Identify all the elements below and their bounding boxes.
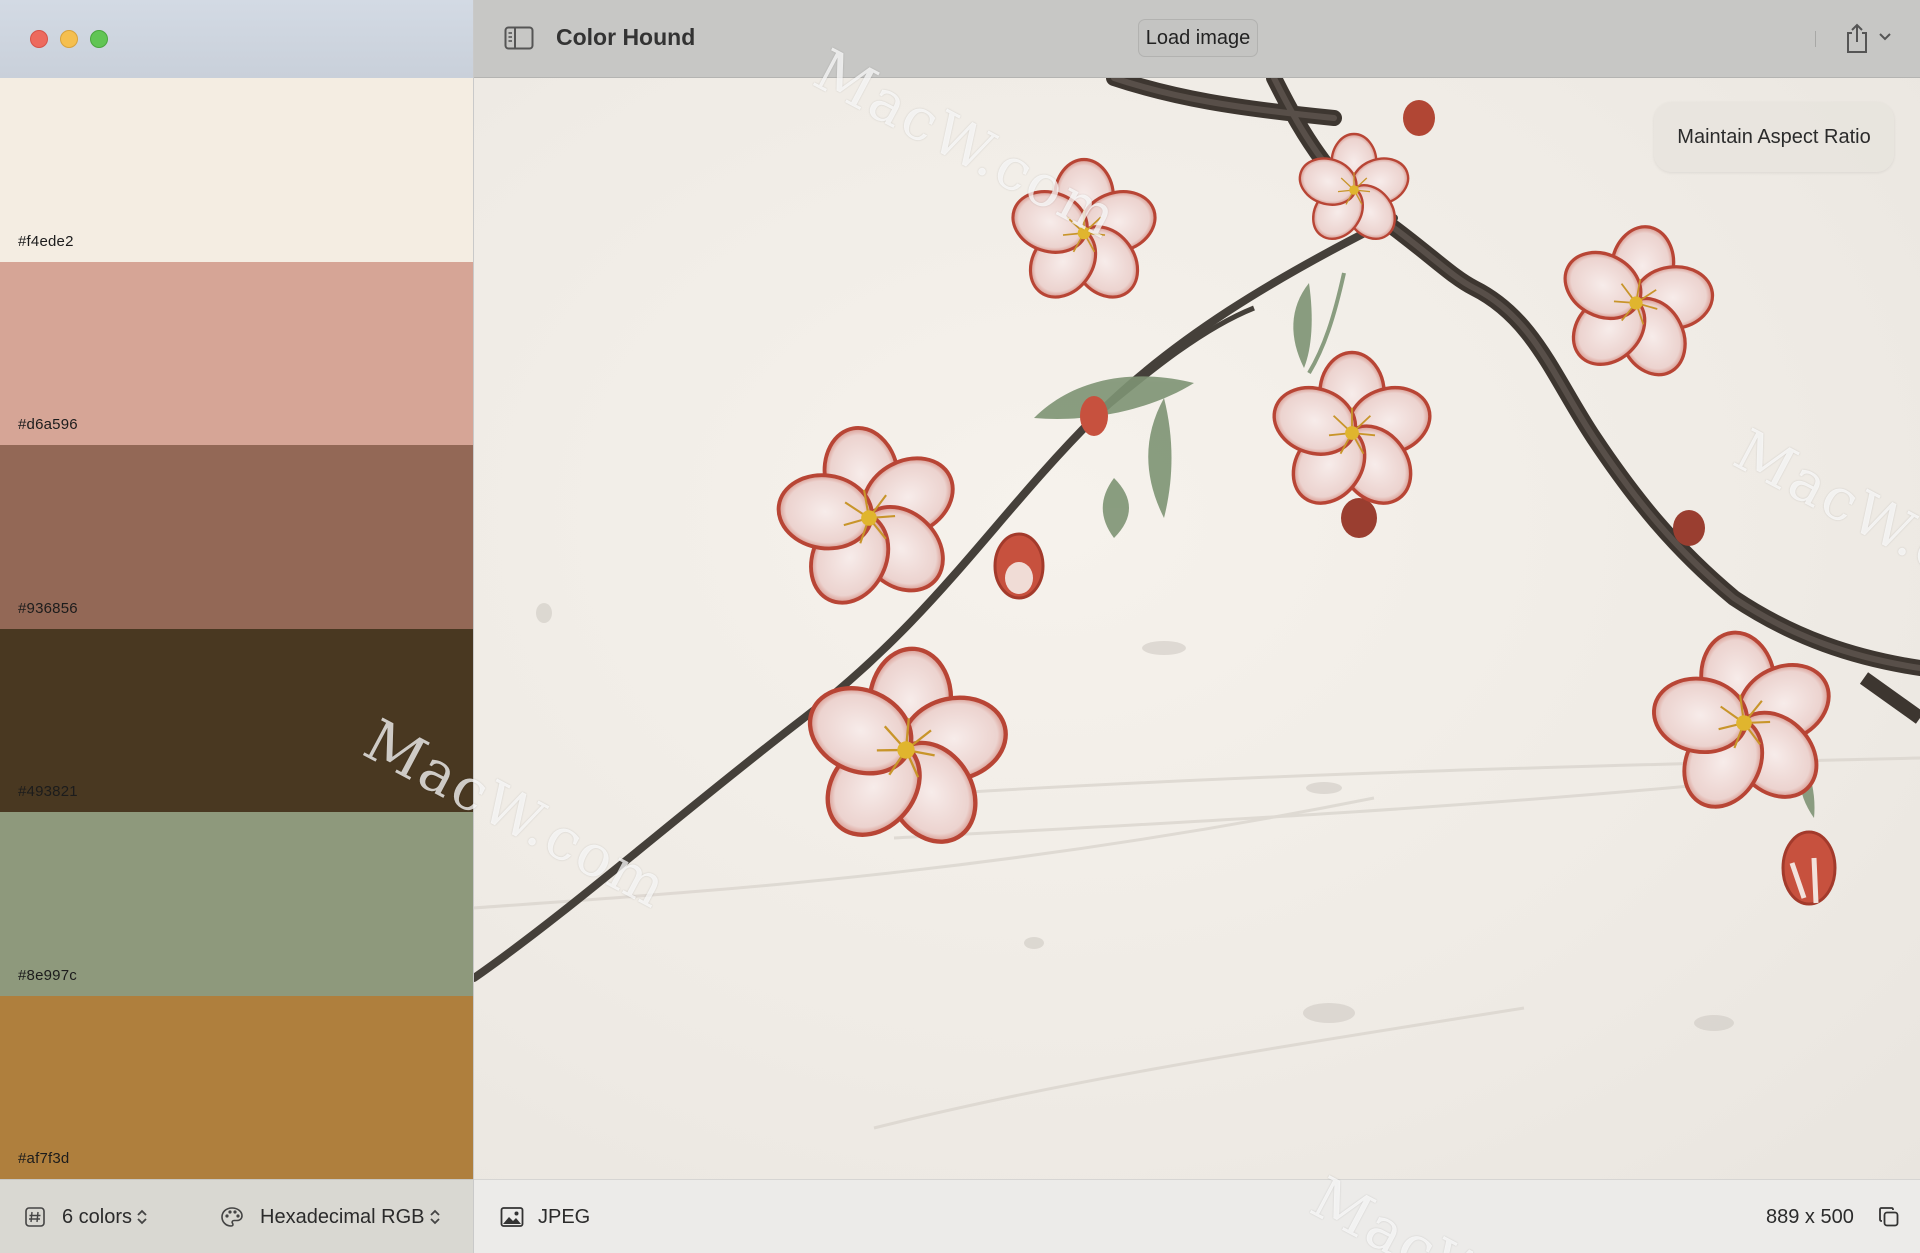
- minimize-window-button[interactable]: [60, 30, 78, 48]
- updown-chevron-icon: [136, 1208, 148, 1226]
- sidebar-footer: 6 colors Hexadecimal RGB: [0, 1179, 473, 1253]
- main-footer: JPEG 889 x 500: [474, 1179, 1920, 1253]
- color-swatch[interactable]: #d6a596: [0, 261, 473, 445]
- hash-icon: [25, 1207, 45, 1227]
- color-swatch[interactable]: #8e997c: [0, 812, 473, 996]
- sidebar-titlebar: [0, 0, 473, 78]
- image-preview[interactable]: Maintain Aspect Ratio: [474, 78, 1920, 1179]
- file-type-label: JPEG: [538, 1206, 591, 1228]
- updown-chevron-icon: [429, 1208, 441, 1226]
- color-swatch[interactable]: #493821: [0, 628, 473, 812]
- swatch-hex-label: #af7f3d: [18, 1150, 70, 1167]
- app-title: Color Hound: [556, 24, 696, 50]
- toolbar-divider: [1815, 31, 1816, 47]
- chevron-down-icon[interactable]: [1878, 30, 1892, 44]
- swatch-hex-label: #f4ede2: [18, 232, 74, 250]
- swatch-hex-label: #d6a596: [18, 416, 78, 433]
- swatch-hex-label: #8e997c: [18, 966, 77, 984]
- zoom-window-button[interactable]: [90, 30, 108, 48]
- image-dimensions-label: 889 x 500: [1766, 1206, 1854, 1228]
- color-count-label: 6 colors: [62, 1205, 133, 1228]
- app-window: #f4ede2 #d6a596 #936856 #493821 #8e997c …: [0, 0, 1920, 1253]
- sidebar-toggle-icon[interactable]: [504, 26, 534, 50]
- load-image-button[interactable]: Load image: [1138, 19, 1258, 57]
- maintain-aspect-ratio-toggle[interactable]: Maintain Aspect Ratio: [1654, 102, 1894, 172]
- main-content: Color Hound Load image Maintain Aspect R…: [474, 0, 1920, 1253]
- color-format-popup[interactable]: Hexadecimal RGB: [220, 1204, 441, 1230]
- swatch-hex-label: #493821: [18, 783, 78, 800]
- swatch-hex-label: #936856: [18, 599, 78, 617]
- sidebar: #f4ede2 #d6a596 #936856 #493821 #8e997c …: [0, 0, 474, 1253]
- close-window-button[interactable]: [30, 30, 48, 48]
- color-format-label: Hexadecimal RGB: [260, 1205, 425, 1228]
- color-count-popup[interactable]: 6 colors: [24, 1204, 148, 1230]
- color-palette: #f4ede2 #d6a596 #936856 #493821 #8e997c …: [0, 78, 473, 1179]
- toolbar: Color Hound Load image: [474, 0, 1920, 78]
- blossom-image: [474, 78, 1920, 1130]
- color-swatch[interactable]: #af7f3d: [0, 995, 473, 1179]
- palette-icon: [221, 1207, 243, 1227]
- share-icon[interactable]: [1842, 22, 1872, 54]
- photo-icon: [500, 1207, 524, 1227]
- copy-icon[interactable]: [1878, 1206, 1900, 1228]
- color-swatch[interactable]: #f4ede2: [0, 78, 473, 262]
- color-swatch[interactable]: #936856: [0, 445, 473, 629]
